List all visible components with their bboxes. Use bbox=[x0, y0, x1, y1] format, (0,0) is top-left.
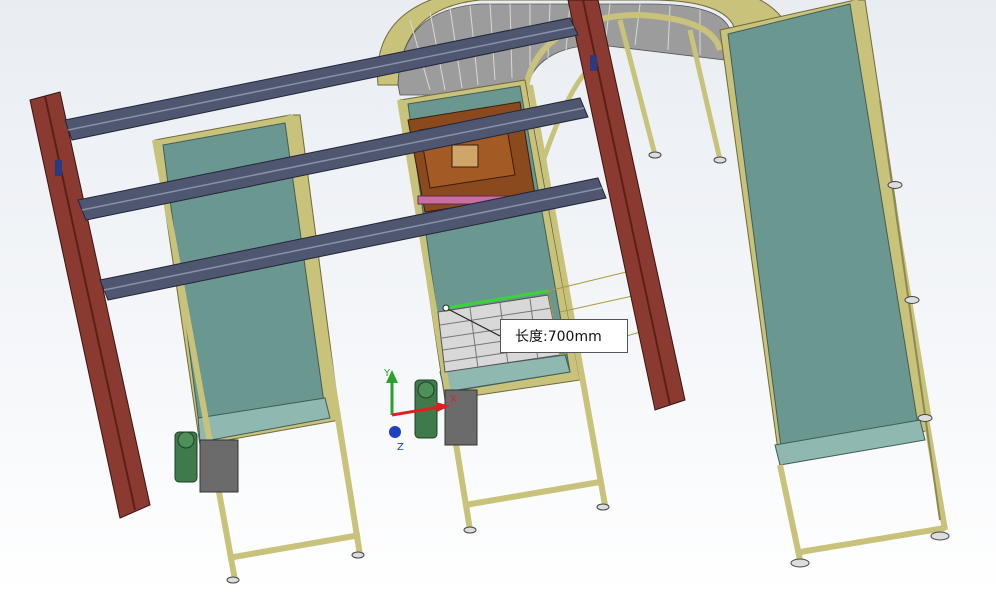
left-motor[interactable] bbox=[174, 431, 198, 483]
triad-z-label: Z bbox=[397, 442, 404, 453]
right-conveyor[interactable] bbox=[648, 0, 950, 568]
conveyor-assembly-model[interactable]: Y Z X bbox=[0, 0, 996, 597]
cad-graphics-area[interactable]: Y Z X 长度:700mm bbox=[0, 0, 996, 597]
leader-start-point bbox=[442, 304, 450, 312]
left-column[interactable] bbox=[29, 91, 151, 519]
triad-y-label: Y bbox=[383, 368, 391, 379]
dimension-label: 长度:700mm bbox=[515, 329, 602, 345]
dimension-tooltip[interactable]: 长度:700mm bbox=[500, 319, 628, 353]
triad-x-label: X bbox=[450, 394, 457, 405]
